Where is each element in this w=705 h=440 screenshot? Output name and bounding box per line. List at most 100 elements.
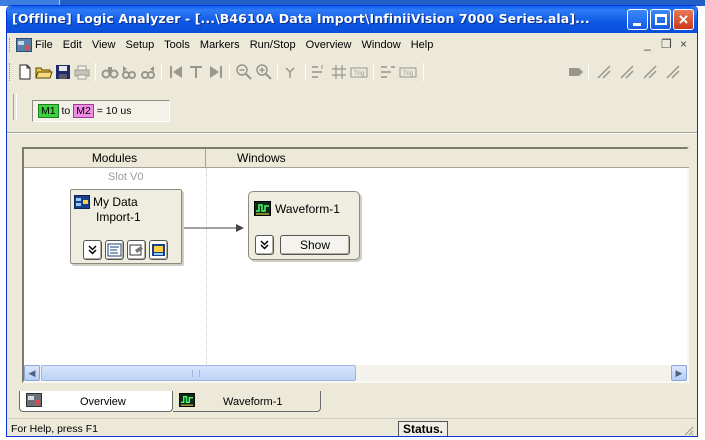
menu-help[interactable]: Help [411, 39, 434, 51]
toolbar-separator [373, 63, 374, 81]
toolbar-divider [7, 132, 697, 134]
menu-file[interactable]: File [35, 39, 53, 51]
status-bar: For Help, press F1 Status. [7, 418, 697, 436]
logic-analyzer-window: [Offline] Logic Analyzer - [...\B4610A D… [6, 5, 698, 437]
list-properties-icon [107, 243, 122, 257]
module-card-my-data-import[interactable]: My Data Import-1 [70, 189, 182, 264]
go-to-start-icon[interactable] [167, 63, 185, 81]
print-icon[interactable] [73, 63, 91, 81]
title-bar[interactable]: [Offline] Logic Analyzer - [...\B4610A D… [7, 6, 697, 33]
maximize-icon [655, 14, 667, 25]
window-name: Waveform-1 [275, 202, 340, 216]
marker-to-label: to [61, 105, 71, 117]
close-button[interactable]: × [673, 9, 694, 30]
minimize-button[interactable] [627, 9, 648, 30]
marker-m2-badge: M2 [73, 104, 94, 118]
waveform-bus-icon[interactable] [330, 63, 348, 81]
mdi-close-button[interactable]: × [680, 37, 687, 51]
menubar-grip[interactable] [9, 38, 12, 52]
help-hint: For Help, press F1 [11, 423, 98, 435]
module-expand-button[interactable] [83, 240, 102, 260]
scroll-thumb[interactable] [41, 365, 356, 381]
listing-icon[interactable] [379, 63, 397, 81]
maximize-button[interactable] [650, 9, 671, 30]
scroll-right-button[interactable]: ▶ [671, 365, 687, 381]
menu-markers[interactable]: Markers [200, 39, 240, 51]
marker-tool-1-icon[interactable] [595, 63, 613, 81]
find-next-icon[interactable] [139, 63, 157, 81]
new-file-icon[interactable] [16, 63, 34, 81]
toolbar-separator [423, 63, 424, 81]
svg-text:Trig: Trig [403, 71, 413, 77]
waveform-window-icon [254, 201, 271, 216]
open-folder-icon[interactable] [35, 63, 53, 81]
menu-window[interactable]: Window [362, 39, 401, 51]
marker-bar: M1 to M2 = 10 us [7, 88, 697, 128]
marker-m1-badge: M1 [38, 104, 59, 118]
toolbar-separator [95, 63, 96, 81]
window-title: [Offline] Logic Analyzer - [...\B4610A D… [12, 11, 590, 26]
horizontal-scrollbar[interactable]: ◀ ▶ [24, 365, 687, 381]
run-single-icon[interactable] [566, 63, 584, 81]
zoom-out-icon[interactable] [235, 63, 253, 81]
trigger-icon[interactable]: Trig [350, 63, 368, 81]
waveform-add-icon[interactable] [310, 63, 328, 81]
setup-hand-icon [129, 244, 143, 256]
tab-waveform[interactable]: Waveform-1 [173, 391, 321, 412]
marker-interval-field[interactable]: M1 to M2 = 10 us [32, 100, 170, 122]
menu-overview[interactable]: Overview [306, 39, 352, 51]
status-indicator[interactable]: Status. [398, 421, 449, 436]
module-setup-button[interactable] [127, 240, 146, 260]
data-import-run-icon [152, 244, 165, 256]
zoom-in-icon[interactable] [255, 63, 273, 81]
toolbar-separator [305, 63, 306, 81]
overview-panel: Modules Windows Slot V0 My Data Import-1 [22, 147, 689, 383]
mdi-restore-button[interactable]: ❐ [661, 37, 672, 51]
marker-tool-2-icon[interactable] [618, 63, 636, 81]
find-previous-icon[interactable] [120, 63, 138, 81]
marker-tool-4-icon[interactable] [664, 63, 682, 81]
module-properties-button[interactable] [105, 240, 124, 260]
toolbar-separator [161, 63, 162, 81]
tab-overview[interactable]: Overview [19, 391, 173, 412]
modules-column-header[interactable]: Modules [24, 149, 206, 168]
marker-tool-3-icon[interactable] [641, 63, 659, 81]
scroll-thumb-grip [192, 370, 200, 377]
data-import-module-icon [74, 195, 90, 209]
slot-label: Slot V0 [108, 171, 144, 183]
go-to-end-icon[interactable] [207, 63, 225, 81]
windows-column-header[interactable]: Windows [206, 149, 689, 168]
markerbar-grip[interactable] [13, 94, 17, 120]
column-divider [206, 168, 207, 364]
menu-items: File Edit View Setup Tools Markers Run/S… [35, 39, 440, 51]
module-name: My Data Import-1 [93, 195, 173, 225]
module-name-line1: My Data [93, 195, 138, 209]
close-icon: × [678, 10, 689, 29]
waveform-tab-icon [179, 393, 195, 407]
menu-view[interactable]: View [92, 39, 116, 51]
toolbar-separator [277, 63, 278, 81]
module-run-button[interactable] [149, 240, 168, 260]
marker-sync-icon[interactable] [283, 63, 301, 81]
menu-edit[interactable]: Edit [63, 39, 82, 51]
module-to-window-connector [184, 224, 244, 232]
window-card-waveform[interactable]: Waveform-1 Show [248, 191, 360, 260]
marker-interval-value: = 10 us [96, 105, 132, 117]
mdi-minimize-button[interactable]: _ [644, 37, 651, 51]
go-to-trigger-icon[interactable] [187, 63, 205, 81]
find-icon[interactable] [101, 63, 119, 81]
minimize-icon [633, 23, 641, 26]
scroll-left-button[interactable]: ◀ [24, 365, 40, 381]
resize-grip-icon[interactable] [684, 426, 694, 436]
menu-run-stop[interactable]: Run/Stop [250, 39, 296, 51]
window-expand-button[interactable] [255, 235, 274, 255]
menu-tools[interactable]: Tools [164, 39, 190, 51]
menu-setup[interactable]: Setup [126, 39, 155, 51]
mdi-document-icon[interactable] [16, 38, 32, 52]
menu-bar: File Edit View Setup Tools Markers Run/S… [7, 34, 697, 56]
toolbar-grip[interactable] [9, 63, 12, 81]
toolbar: Trig Trig [7, 57, 697, 87]
trigger-step-icon[interactable]: Trig [399, 63, 417, 81]
save-disk-icon[interactable] [54, 63, 72, 81]
show-window-button[interactable]: Show [280, 235, 350, 255]
